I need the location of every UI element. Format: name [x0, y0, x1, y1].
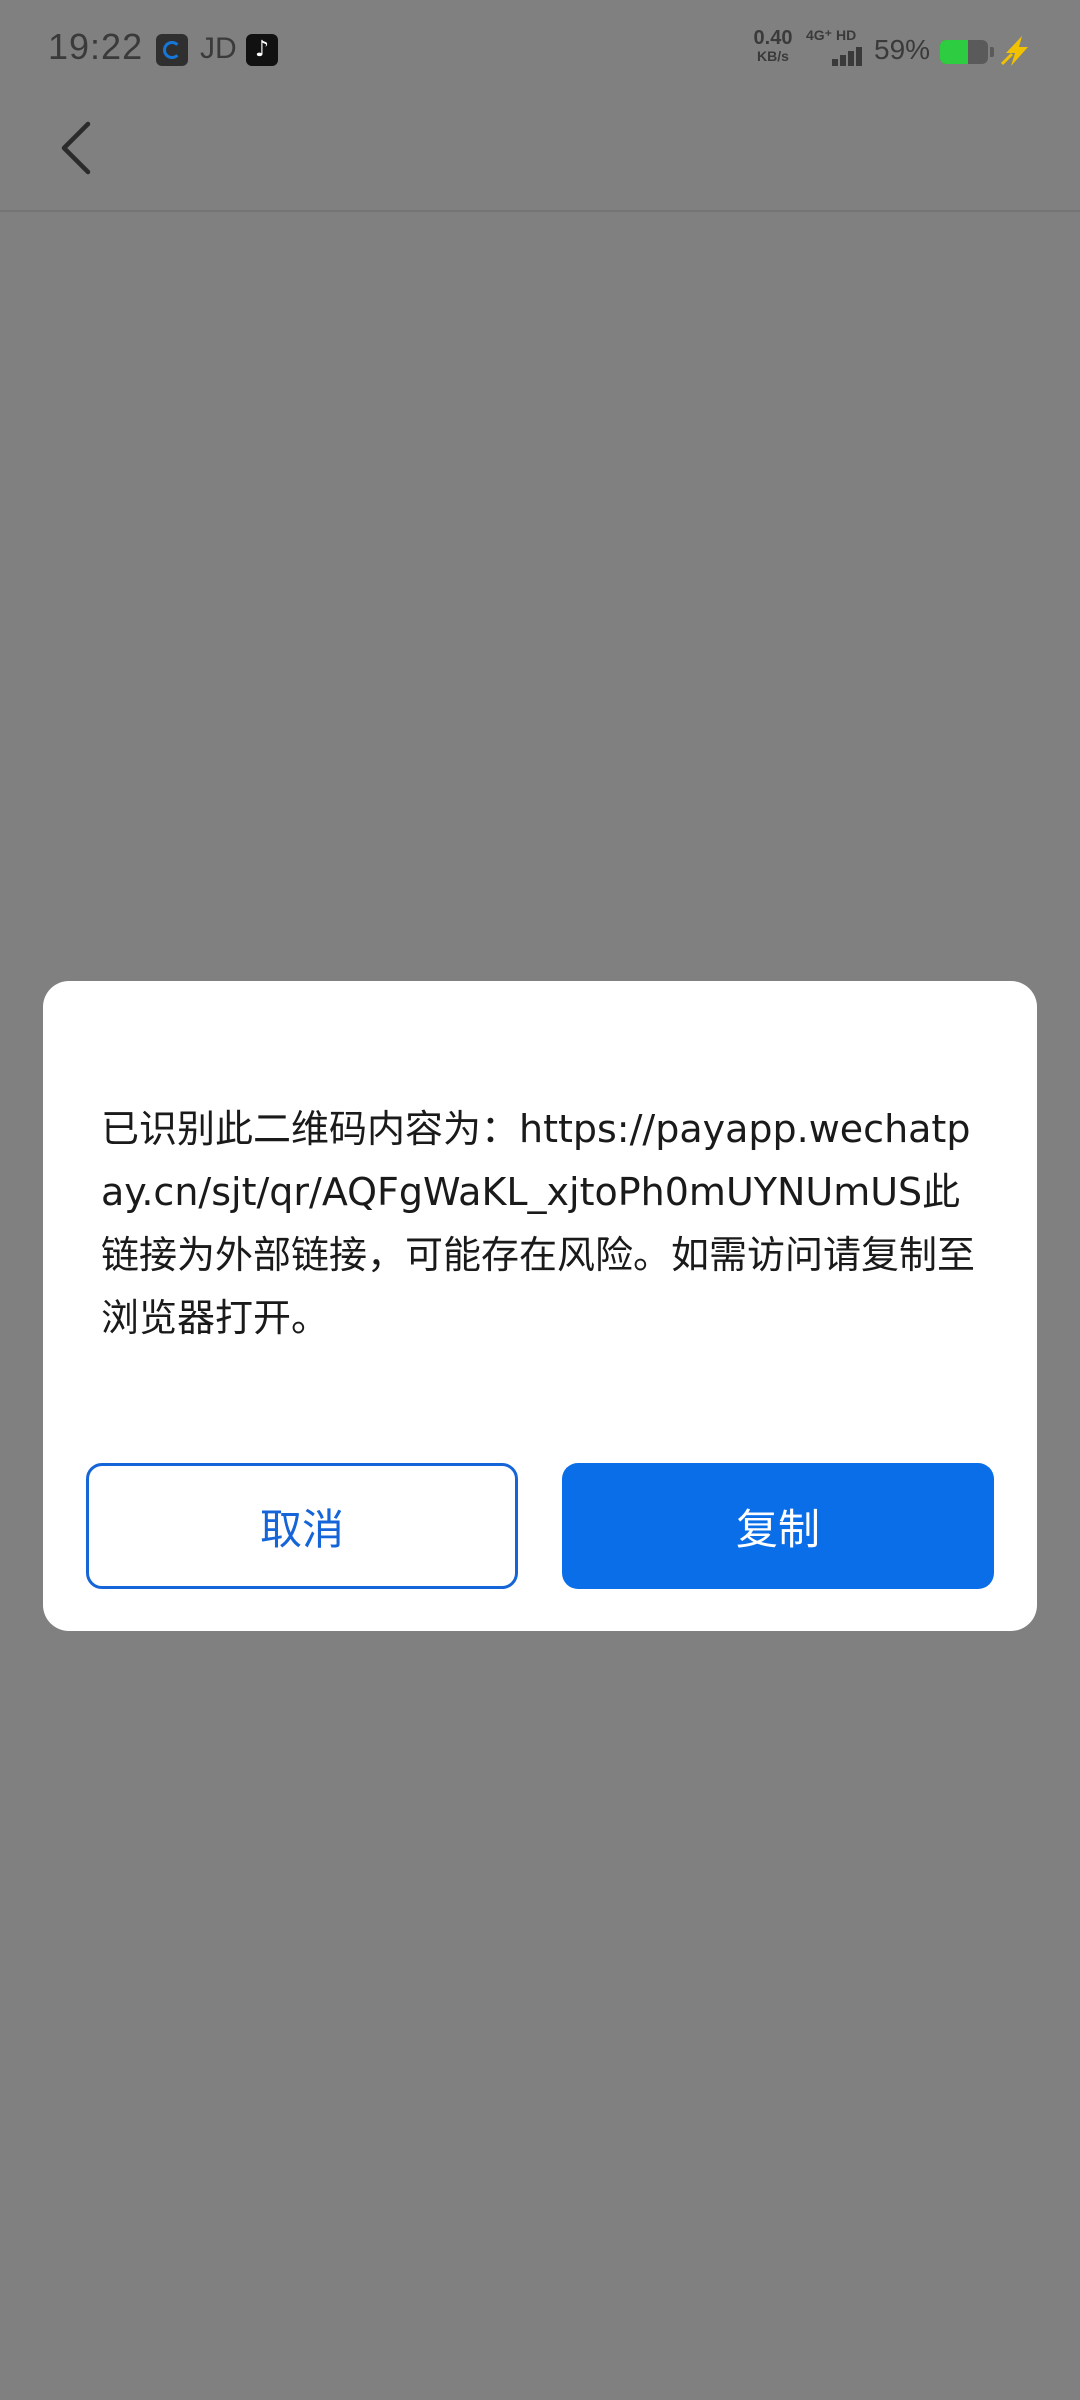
network-type: 4G⁺ HD	[806, 27, 857, 43]
signal-icon	[820, 46, 862, 66]
charging-icon	[1000, 36, 1028, 66]
network-speed-value: 0.40	[753, 27, 793, 49]
nav-bar	[0, 100, 1080, 212]
dialog-message: 已识别此二维码内容为：https://payapp.wechatpay.cn/s…	[101, 1107, 976, 1340]
tiktok-icon: ♪	[246, 34, 278, 66]
jd-notification-icon: JD	[200, 32, 237, 65]
back-button[interactable]	[50, 118, 110, 178]
battery-icon	[940, 40, 988, 64]
network-speed-unit: KB/s	[757, 48, 789, 64]
qr-link-dialog: 已识别此二维码内容为：https://payapp.wechatpay.cn/s…	[43, 981, 1037, 1631]
status-bar: 19:22 JD ♪ 0.40 KB/s 4G⁺ HD 59%	[0, 0, 1080, 100]
chevron-left-icon	[61, 121, 91, 175]
network-speed: 0.40 KB/s	[748, 28, 798, 63]
app-c-icon	[156, 34, 188, 66]
status-time: 19:22	[48, 26, 144, 67]
copy-button[interactable]: 复制	[562, 1463, 994, 1589]
cancel-button[interactable]: 取消	[86, 1463, 518, 1589]
battery-nub	[990, 47, 994, 57]
battery-level-fill	[940, 40, 968, 64]
battery-percent: 59%	[874, 34, 931, 65]
